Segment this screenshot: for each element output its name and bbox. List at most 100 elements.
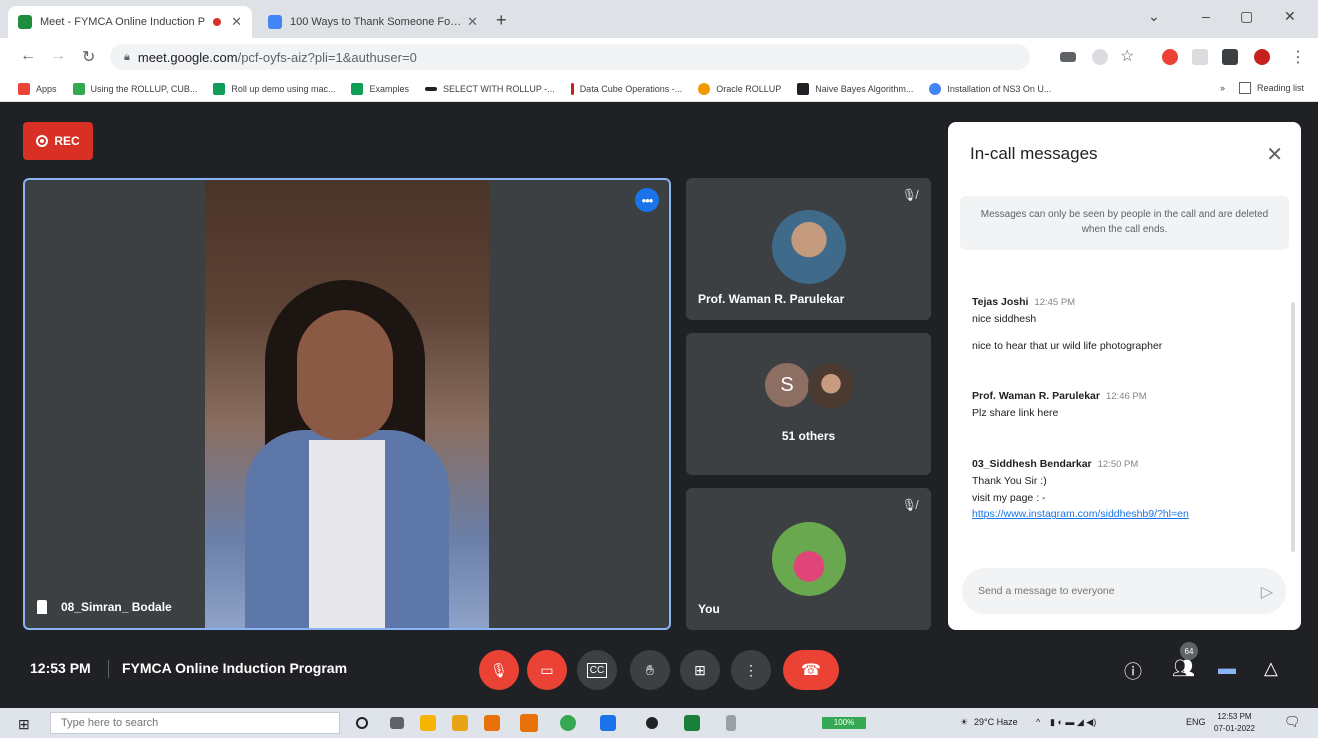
- hand-icon: ✋︎: [646, 661, 654, 678]
- present-button[interactable]: ⊞: [680, 650, 720, 690]
- close-tab-icon[interactable]: ✕: [467, 14, 478, 30]
- cortana-icon[interactable]: [356, 717, 368, 729]
- raise-hand-button[interactable]: ✋︎: [630, 650, 670, 690]
- window-close-icon[interactable]: ✕: [1284, 8, 1296, 25]
- app-icon[interactable]: [452, 715, 468, 731]
- message-sender: Tejas Joshi: [972, 296, 1029, 308]
- meeting-details-icon[interactable]: ⓘ: [1124, 658, 1142, 684]
- mic-toggle-button[interactable]: 🎙︎: [479, 650, 519, 690]
- people-icon[interactable]: 👥︎: [1172, 658, 1195, 679]
- windows-start-icon[interactable]: ⊞: [18, 716, 30, 733]
- new-tab-icon[interactable]: +: [496, 10, 507, 31]
- page-favicon-icon: [268, 15, 282, 29]
- tab-search-icon[interactable]: ⌄: [1148, 8, 1160, 25]
- menu-dots-icon[interactable]: ⋮: [1290, 47, 1306, 67]
- camera-toggle-button[interactable]: ▭: [527, 650, 567, 690]
- chat-icon[interactable]: ▬: [1218, 658, 1236, 679]
- activities-icon[interactable]: △: [1264, 658, 1278, 679]
- url-input[interactable]: 🔒︎ meet.google.com /pcf-oyfs-aiz?pli=1&a…: [110, 44, 1030, 70]
- participant-name: Prof. Waman R. Parulekar: [698, 292, 845, 306]
- app-icon[interactable]: [484, 715, 500, 731]
- participant-tile-professor[interactable]: 🎙︎̸ Prof. Waman R. Parulekar: [686, 178, 931, 320]
- app-icon[interactable]: [520, 714, 538, 732]
- extension-stop-icon[interactable]: [1162, 49, 1178, 65]
- tile-more-options-button[interactable]: •••: [635, 188, 659, 212]
- bookmark-star-icon[interactable]: ☆: [1120, 46, 1134, 66]
- hang-up-icon: ☎︎: [801, 662, 821, 679]
- taskbar-search-input[interactable]: [50, 712, 340, 734]
- taskbar-clock[interactable]: 12:53 PM 07-01-2022: [1214, 711, 1255, 735]
- tab-meet[interactable]: Meet - FYMCA Online Induction P ✕: [8, 6, 252, 38]
- message-text: visit my page : -: [972, 491, 1046, 504]
- pin-icon: [37, 600, 47, 614]
- camera-icon[interactable]: [1060, 52, 1076, 62]
- bookmark-item[interactable]: Oracle ROLLUP: [698, 82, 781, 95]
- bookmark-item[interactable]: SELECT WITH ROLLUP -...: [424, 84, 555, 94]
- maximize-icon[interactable]: ▢: [1240, 8, 1253, 25]
- message-link[interactable]: https://www.instagram.com/siddheshb9/?hl…: [972, 506, 1272, 523]
- share-icon[interactable]: [1092, 49, 1108, 65]
- in-call-messages-panel: In-call messages ✕ Messages can only be …: [948, 122, 1301, 630]
- send-icon[interactable]: ▷: [1261, 582, 1273, 602]
- others-count: 51 others: [781, 429, 836, 443]
- notifications-icon[interactable]: 🗨︎: [1284, 714, 1301, 730]
- bookmark-item[interactable]: Naive Bayes Algorithm...: [797, 82, 913, 95]
- chat-message-input[interactable]: [962, 568, 1286, 614]
- leave-call-button[interactable]: ☎︎: [783, 650, 839, 690]
- message-time: 12:50 PM: [1097, 459, 1139, 470]
- lock-icon: 🔒︎: [124, 50, 130, 63]
- outlook-icon[interactable]: [600, 715, 616, 731]
- close-tab-icon[interactable]: ✕: [231, 14, 242, 30]
- more-bookmarks-icon[interactable]: »: [1220, 83, 1225, 93]
- excel-icon[interactable]: [684, 715, 700, 731]
- bookmark-item[interactable]: Roll up demo using mac...: [213, 82, 335, 95]
- chat-message: Tejas Joshi 12:45 PM nice siddhesh nice t…: [972, 294, 1272, 354]
- chat-scrollbar[interactable]: [1291, 302, 1295, 552]
- minimize-icon[interactable]: –: [1202, 8, 1210, 24]
- more-options-button[interactable]: ⋮: [731, 650, 771, 690]
- tray-chevron-icon[interactable]: ^: [1036, 717, 1040, 727]
- weather-text[interactable]: 29°C Haze: [974, 717, 1018, 727]
- reading-list-button[interactable]: » Reading list: [1220, 82, 1304, 94]
- participant-name: You: [698, 602, 720, 616]
- forward-icon[interactable]: →: [50, 47, 66, 65]
- address-bar-row: ← → ↻ 🔒︎ meet.google.com /pcf-oyfs-aiz?p…: [0, 38, 1318, 76]
- settings-icon[interactable]: [646, 717, 658, 729]
- battery-meter[interactable]: 100%: [822, 717, 866, 729]
- bookmark-item[interactable]: Examples: [351, 82, 409, 95]
- bookmark-item[interactable]: Installation of NS3 On U...: [929, 82, 1051, 95]
- tab-title: 100 Ways to Thank Someone For Their: [290, 16, 464, 28]
- app-icon[interactable]: [726, 715, 736, 731]
- main-video-tile[interactable]: ••• 08_Simran_ Bodale: [23, 178, 671, 630]
- bookmark-apps[interactable]: Apps: [18, 82, 57, 95]
- browser-tab-bar: Meet - FYMCA Online Induction P ✕ 100 Wa…: [0, 0, 1318, 38]
- file-explorer-icon[interactable]: [420, 715, 436, 731]
- chrome-icon[interactable]: [560, 715, 576, 731]
- weather-icon[interactable]: ☀︎: [960, 717, 968, 728]
- captions-button[interactable]: CC: [577, 650, 617, 690]
- message-sender: Prof. Waman R. Parulekar: [972, 390, 1100, 402]
- panel-title: In-call messages: [970, 144, 1098, 163]
- mic-off-icon: 🎙︎̸: [901, 498, 917, 512]
- tab-thank-you[interactable]: 100 Ways to Thank Someone For Their ✕: [258, 6, 488, 38]
- avatar: S: [765, 363, 809, 407]
- apps-icon: [18, 82, 30, 95]
- puzzle-icon[interactable]: [1222, 49, 1238, 65]
- clock-date: 07-01-2022: [1214, 724, 1255, 733]
- reload-icon[interactable]: ↻: [82, 47, 95, 67]
- bookmark-item[interactable]: Using the ROLLUP, CUB...: [72, 82, 197, 95]
- extension-icon[interactable]: [1192, 49, 1208, 65]
- recording-badge: REC: [23, 122, 93, 160]
- participant-tile-others[interactable]: S 51 others: [686, 333, 931, 475]
- system-tray-icons[interactable]: ▮ ◐ ▬ ◢ ◀︎): [1050, 717, 1096, 728]
- profile-avatar[interactable]: [1254, 49, 1270, 65]
- participant-tile-self[interactable]: 🎙︎̸ You: [686, 488, 931, 630]
- input-language[interactable]: ENG: [1186, 717, 1206, 727]
- bookmark-item[interactable]: Data Cube Operations -...: [570, 82, 682, 95]
- windows-taskbar: ⊞ 100% ☀︎ 29°C Haze ^ ▮ ◐ ▬ ◢ ◀︎) ENG 12…: [0, 708, 1318, 738]
- back-icon[interactable]: ←: [20, 47, 36, 65]
- participant-video: [205, 180, 489, 628]
- close-panel-icon[interactable]: ✕: [1266, 142, 1283, 167]
- task-view-icon[interactable]: [390, 717, 404, 729]
- chat-message: 03_Siddhesh Bendarkar 12:50 PM Thank You …: [972, 456, 1272, 523]
